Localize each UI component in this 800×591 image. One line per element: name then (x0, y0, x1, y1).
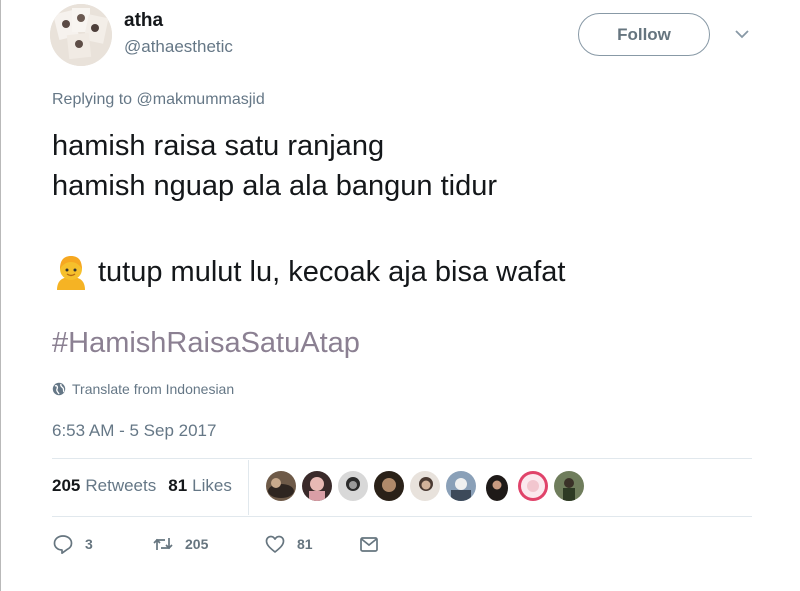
retweets-label: Retweets (85, 476, 157, 495)
liker-avatar[interactable] (410, 471, 440, 501)
heart-icon (265, 535, 285, 553)
liker-avatar[interactable] (374, 471, 404, 501)
avatar[interactable] (50, 4, 112, 66)
tweet-header: atha @athaesthetic Follow (50, 4, 770, 68)
tweet-line-3-text: tutup mulut lu, kecoak aja bisa wafat (98, 256, 566, 288)
like-button[interactable]: 81 (264, 533, 358, 555)
divider-top (52, 458, 752, 459)
person-blond-hair-icon (57, 256, 85, 290)
retweets-stat[interactable]: 205 Retweets (52, 476, 156, 496)
likes-count: 81 (168, 476, 188, 495)
translate-label[interactable]: Translate from Indonesian (72, 381, 234, 397)
retweets-count: 205 (52, 476, 81, 495)
hashtag-link[interactable]: #HamishRaisaSatuAtap (52, 327, 360, 360)
tweet-actions: 3 205 81 (52, 533, 391, 555)
direct-message-button[interactable] (358, 533, 391, 555)
user-handle[interactable]: @athaesthetic (124, 37, 233, 57)
tweet-stats: 205 Retweets 81 Likes (52, 476, 232, 496)
liker-avatar[interactable] (266, 471, 296, 501)
replying-to-label: Replying to (52, 91, 137, 108)
envelope-icon (360, 537, 378, 552)
likes-stat[interactable]: 81 Likes (168, 476, 232, 496)
left-border (0, 0, 1, 591)
timestamp[interactable]: 6:53 AM - 5 Sep 2017 (52, 421, 216, 441)
liker-avatar[interactable] (554, 471, 584, 501)
globe-icon (52, 382, 66, 396)
retweet-count: 205 (185, 536, 209, 552)
translate-link[interactable]: Translate from Indonesian (52, 381, 234, 397)
liker-avatar[interactable] (338, 471, 368, 501)
divider-bottom (52, 516, 752, 517)
reply-count: 3 (85, 536, 93, 552)
liker-avatar[interactable] (518, 471, 548, 501)
tweet-text: hamish raisa satu ranjang hamish nguap a… (52, 126, 752, 292)
retweet-icon (153, 538, 173, 550)
reply-handle-link[interactable]: @makmummasjid (137, 91, 265, 108)
tweet-line-3: tutup mulut lu, kecoak aja bisa wafat (52, 252, 752, 292)
liker-avatar[interactable] (482, 471, 512, 501)
follow-button[interactable]: Follow (578, 13, 710, 56)
tweet-line-2: hamish nguap ala ala bangun tidur (52, 170, 497, 202)
liker-avatars (266, 471, 590, 501)
reply-icon (53, 535, 73, 555)
replying-to: Replying to @makmummasjid (52, 91, 265, 109)
display-name[interactable]: atha (124, 10, 163, 32)
liker-avatar[interactable] (302, 471, 332, 501)
chevron-down-icon[interactable] (734, 26, 750, 42)
tweet-line-1: hamish raisa satu ranjang (52, 130, 385, 162)
liker-avatar[interactable] (446, 471, 476, 501)
retweet-button[interactable]: 205 (152, 533, 264, 555)
likes-label: Likes (192, 476, 232, 495)
stats-separator (248, 460, 249, 515)
reply-button[interactable]: 3 (52, 533, 152, 555)
like-count: 81 (297, 536, 313, 552)
